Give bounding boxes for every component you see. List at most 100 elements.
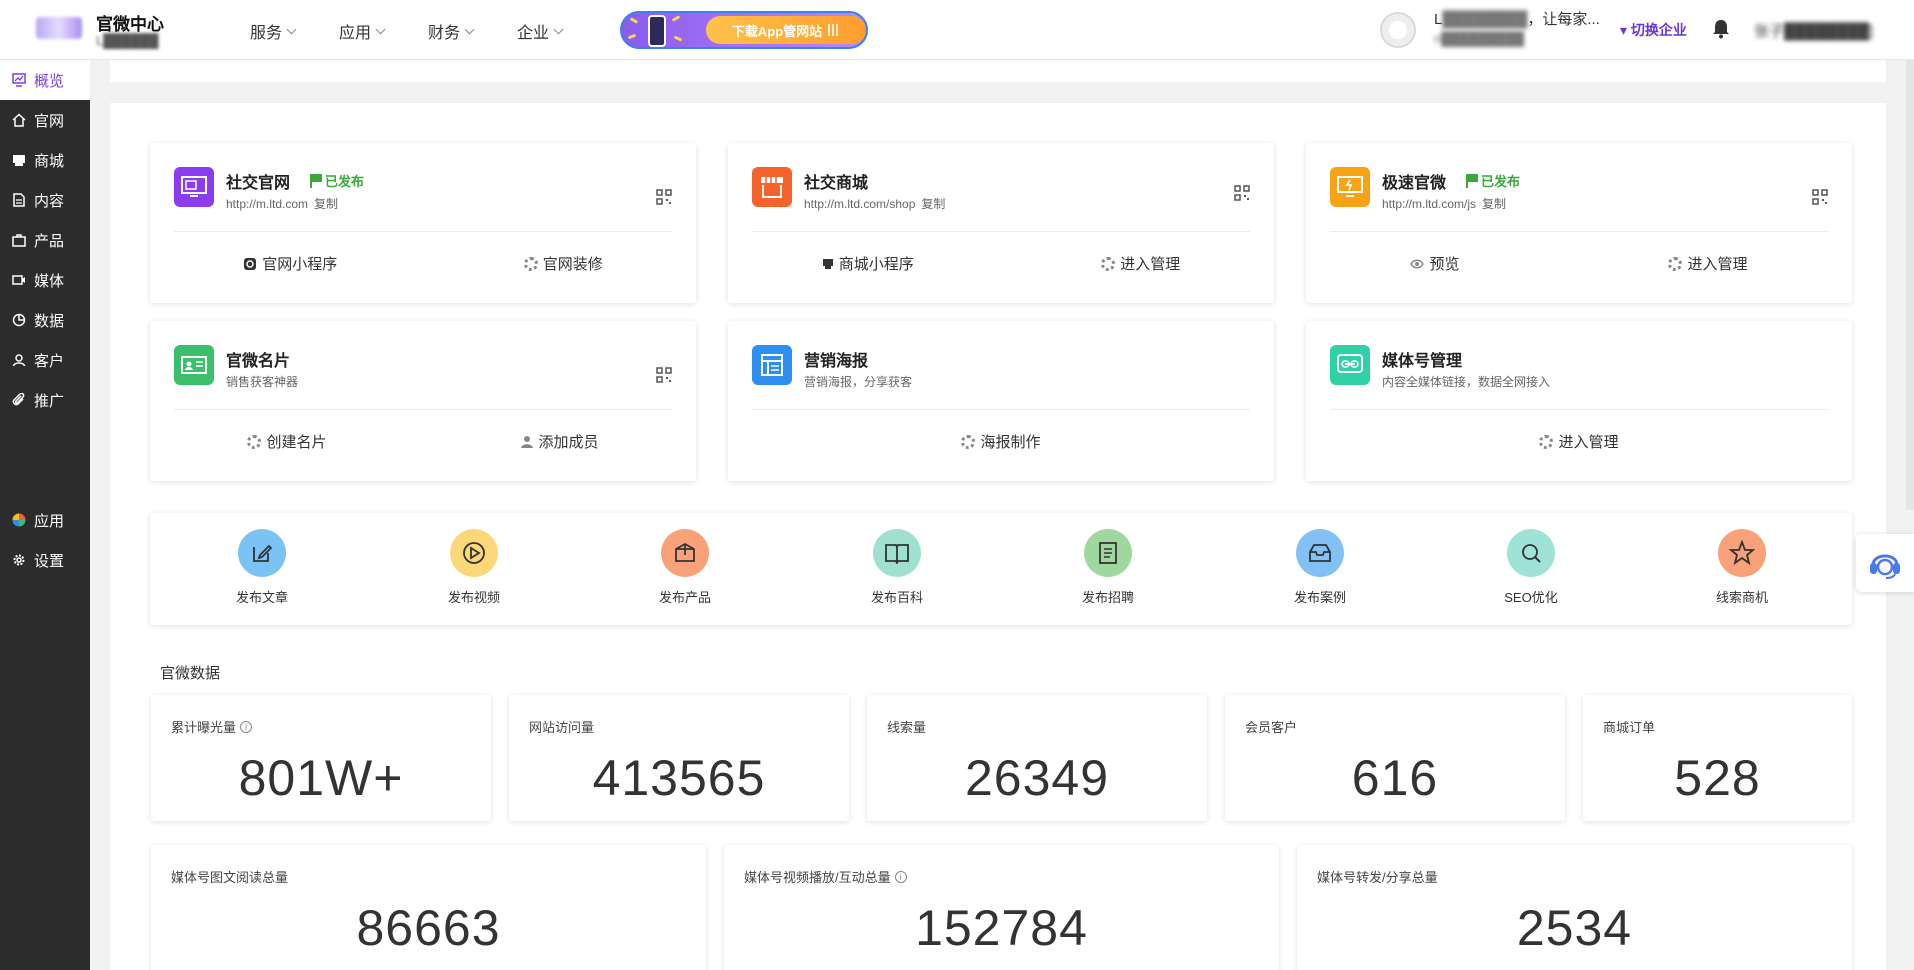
url-text[interactable]: http://m.ltd.com/shop [804, 197, 915, 211]
chevron-down-icon [375, 24, 386, 34]
nav-label: 财务 [428, 25, 461, 42]
gear-icon [1668, 256, 1683, 271]
sidebar-item-content[interactable]: 内容 [0, 180, 90, 220]
qr-code-icon[interactable] [656, 367, 672, 383]
bell-icon[interactable] [1712, 19, 1730, 39]
switch-enterprise-label: 切换企业 [1630, 22, 1687, 38]
url-text[interactable]: http://m.ltd.com/js [1382, 197, 1476, 211]
card-url: http://m.ltd.com/js 复制 [1382, 195, 1506, 212]
headset-icon [1870, 554, 1900, 579]
stat-value: 801W+ [238, 750, 404, 806]
nav-enterprise[interactable]: 企业 [517, 19, 564, 43]
card-title: 社交商城 [804, 175, 869, 192]
stat-label: 累计曝光量 i [171, 717, 253, 736]
nav-apps[interactable]: 应用 [339, 19, 386, 43]
download-app-button[interactable]: 下载App管网站 [706, 16, 866, 44]
quick-label: 发布招聘 [1081, 590, 1134, 605]
copy-link[interactable]: 复制 [921, 197, 945, 211]
shop-icon [13, 155, 25, 166]
action-label: 官网小程序 [262, 256, 338, 273]
qr-code-icon[interactable] [1234, 185, 1250, 201]
info-icon[interactable]: i [894, 870, 907, 883]
gear-icon [1539, 434, 1554, 449]
qr-code-icon[interactable] [656, 189, 672, 205]
media-manage-button[interactable]: 进入管理 [1539, 431, 1619, 452]
info-icon[interactable]: i [240, 720, 253, 733]
sidebar-item-apps[interactable]: 应用 [0, 500, 90, 540]
sidebar-item-website[interactable]: 官网 [0, 100, 90, 140]
quick-publish-article[interactable]: 发布文章 [192, 529, 332, 606]
chart-icon [12, 73, 26, 87]
nav-finance[interactable]: 财务 [428, 19, 475, 43]
sidebar-item-promotion[interactable]: 推广 [0, 380, 90, 420]
card-url: http://m.ltd.com/shop 复制 [804, 195, 945, 212]
miniprogram-icon [244, 257, 257, 270]
card-fast-site: 极速官微 已发布 http://m.ltd.com/js 复制 预览 进入管理 [1306, 143, 1852, 303]
card-media-management: 媒体号管理 内容全媒体链接，数据全网接入 进入管理 [1306, 321, 1852, 481]
copy-link[interactable]: 复制 [1482, 197, 1506, 211]
scrollbar[interactable] [1906, 60, 1914, 510]
stat-shop-orders: 商城订单 528 [1583, 695, 1852, 821]
sidebar-item-products[interactable]: 产品 [0, 220, 90, 260]
quick-publish-wiki[interactable]: 发布百科 [827, 529, 967, 606]
briefcase-icon [12, 234, 26, 247]
gear-icon [247, 434, 262, 449]
user-icon [12, 354, 26, 367]
sidebar-item-data[interactable]: 数据 [0, 300, 90, 340]
quick-publish-product[interactable]: 发布产品 [615, 529, 755, 606]
card-desc: 内容全媒体链接，数据全网接入 [1382, 375, 1551, 389]
copy-link[interactable]: 复制 [314, 197, 338, 211]
stat-leads: 线索量 26349 [867, 695, 1207, 821]
sidebar-item-label: 内容 [34, 192, 65, 210]
stat-value: 528 [1674, 750, 1761, 806]
download-app-label: 下载App管网站 [731, 23, 823, 39]
enterprise-avatar[interactable] [1380, 12, 1416, 48]
stat-label-text: 累计曝光量 [171, 720, 237, 735]
shop-miniprogram-button[interactable]: 商城小程序 [822, 253, 914, 274]
section-title: 官微数据 [160, 665, 221, 682]
switch-enterprise-button[interactable]: ▾ 切换企业 [1620, 20, 1687, 40]
quick-publish-video[interactable]: 发布视频 [404, 529, 544, 606]
qr-code-icon[interactable] [1812, 189, 1828, 205]
eye-icon [1410, 259, 1425, 268]
action-label: 进入管理 [1120, 256, 1181, 273]
make-poster-button[interactable]: 海报制作 [961, 431, 1041, 452]
customer-service-button[interactable] [1856, 534, 1914, 592]
logo[interactable] [36, 17, 82, 39]
star-icon [1718, 529, 1766, 577]
fast-site-manage-button[interactable]: 进入管理 [1668, 253, 1748, 274]
action-label: 商城小程序 [838, 256, 914, 273]
sidebar-item-customers[interactable]: 客户 [0, 340, 90, 380]
sidebar-item-overview[interactable]: 概览 [0, 60, 90, 100]
quick-publish-job[interactable]: 发布招聘 [1038, 529, 1178, 606]
sidebar-item-label: 商城 [34, 152, 65, 170]
home-icon [12, 113, 26, 127]
card-marketing-poster: 营销海报 营销海报，分享获客 海报制作 [728, 321, 1274, 481]
action-label: 进入管理 [1558, 434, 1619, 451]
box-icon [661, 529, 709, 577]
stat-media-video: 媒体号视频播放/互动总量 i 152784 [724, 845, 1279, 970]
user-name[interactable]: 张子████████] [1754, 20, 1873, 41]
quick-leads[interactable]: 线索商机 [1672, 529, 1812, 606]
stat-label: 线索量 [887, 720, 927, 735]
create-card-button[interactable]: 创建名片 [247, 431, 327, 452]
add-member-button[interactable]: 添加成员 [521, 431, 599, 452]
stat-label: 会员客户 [1245, 720, 1298, 735]
card-title: 媒体号管理 [1382, 353, 1463, 370]
quick-label: 发布案例 [1293, 590, 1346, 605]
action-label: 进入管理 [1687, 256, 1748, 273]
sidebar-item-label: 应用 [34, 512, 65, 530]
url-text[interactable]: http://m.ltd.com [226, 197, 308, 211]
sidebar-item-settings[interactable]: 设置 [0, 540, 90, 580]
qr-code-icon [828, 24, 841, 36]
preview-button[interactable]: 预览 [1410, 253, 1460, 274]
quick-publish-case[interactable]: 发布案例 [1250, 529, 1390, 606]
sidebar-item-media[interactable]: 媒体 [0, 260, 90, 300]
sidebar-item-shop[interactable]: 商城 [0, 140, 90, 180]
website-miniprogram-button[interactable]: 官网小程序 [243, 253, 337, 274]
nav-service[interactable]: 服务 [250, 19, 297, 43]
download-app-banner[interactable]: 下载App管网站 [620, 11, 868, 49]
quick-seo[interactable]: SEO优化 [1461, 529, 1601, 606]
shop-manage-button[interactable]: 进入管理 [1101, 253, 1180, 274]
website-decorate-button[interactable]: 官网装修 [523, 253, 603, 274]
